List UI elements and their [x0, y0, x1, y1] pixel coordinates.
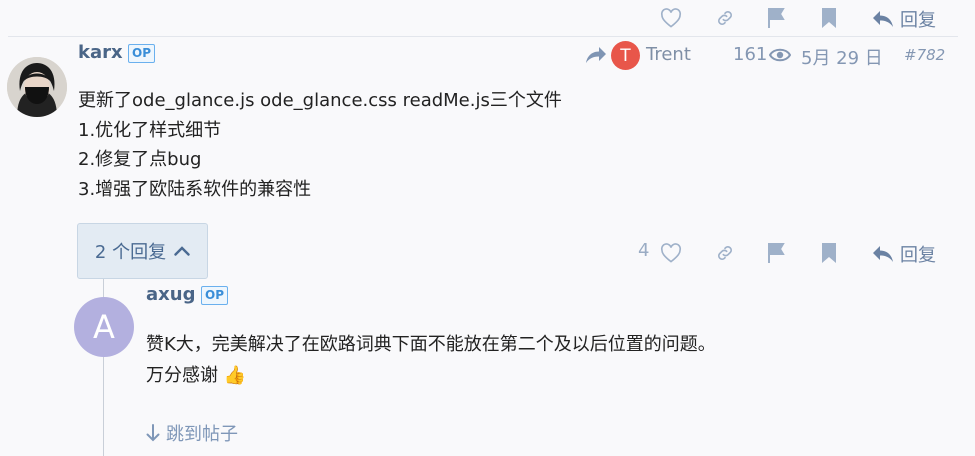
share-arrow-icon: [586, 47, 606, 63]
op-badge: OP: [128, 44, 155, 63]
arrow-down-icon: [146, 424, 160, 442]
copy-link-button[interactable]: [712, 6, 738, 30]
like-count: 4: [638, 240, 650, 261]
reply-to-avatar[interactable]: T: [611, 41, 640, 70]
copy-link-button[interactable]: [712, 241, 738, 265]
eye-icon: [769, 48, 791, 62]
bookmark-icon: [822, 8, 836, 28]
flag-icon: [768, 243, 785, 263]
chevron-up-icon: [174, 246, 190, 256]
like-button[interactable]: [658, 6, 684, 30]
reply-to-indicator[interactable]: [584, 44, 608, 66]
reply-label: 回复: [900, 245, 936, 266]
reply-button[interactable]: 回复: [872, 6, 936, 32]
user-photo-icon: [7, 57, 67, 117]
link-icon: [718, 246, 732, 260]
heart-icon: [660, 8, 682, 28]
post-line: 2.修复了点bug: [78, 149, 202, 170]
bookmark-button[interactable]: [817, 240, 841, 266]
post-date[interactable]: 5月 29 日: [801, 44, 883, 70]
reply-label: 回复: [900, 10, 936, 31]
reply-content: 赞K大，完美解决了在欧路词典下面不能放在第二个及以后位置的问题。 万分感谢 👍: [146, 329, 716, 391]
post-line: 更新了ode_glance.js ode_glance.css readMe.j…: [78, 90, 562, 111]
avatar[interactable]: [7, 57, 67, 117]
op-badge: OP: [201, 286, 228, 305]
post-line: 3.增强了欧陆系软件的兼容性: [78, 178, 312, 200]
post-username[interactable]: karx: [78, 42, 123, 63]
post-number[interactable]: #782: [904, 46, 945, 64]
jump-to-post-label: 跳到帖子: [166, 424, 238, 445]
flag-button[interactable]: [764, 5, 790, 31]
heart-icon: [660, 243, 682, 263]
reply-avatar[interactable]: A: [74, 297, 134, 357]
reply-to-name[interactable]: Trent: [646, 44, 691, 65]
bookmark-button[interactable]: [817, 5, 841, 31]
reply-icon: [873, 11, 893, 27]
replies-toggle-label: 2 个回复: [94, 242, 167, 263]
jump-to-post-link[interactable]: 跳到帖子: [146, 420, 238, 446]
flag-button[interactable]: [764, 240, 790, 266]
post-divider: [8, 36, 958, 37]
reply-username[interactable]: axug: [146, 284, 195, 305]
replies-toggle-button[interactable]: 2 个回复: [77, 223, 208, 279]
post-content: 更新了ode_glance.js ode_glance.css readMe.j…: [78, 86, 562, 204]
like-button[interactable]: [658, 241, 684, 265]
reply-icon: [873, 246, 893, 262]
post-line: 1.优化了样式细节: [78, 119, 222, 141]
bookmark-icon: [822, 243, 836, 263]
reply-line: 万分感谢 👍: [146, 365, 247, 386]
views-indicator: [768, 44, 792, 66]
view-count: 161: [733, 44, 768, 65]
reply-button[interactable]: 回复: [872, 241, 936, 267]
flag-icon: [768, 8, 785, 28]
reply-line: 赞K大，完美解决了在欧路词典下面不能放在第二个及以后位置的问题。: [146, 334, 716, 355]
link-icon: [718, 11, 732, 25]
